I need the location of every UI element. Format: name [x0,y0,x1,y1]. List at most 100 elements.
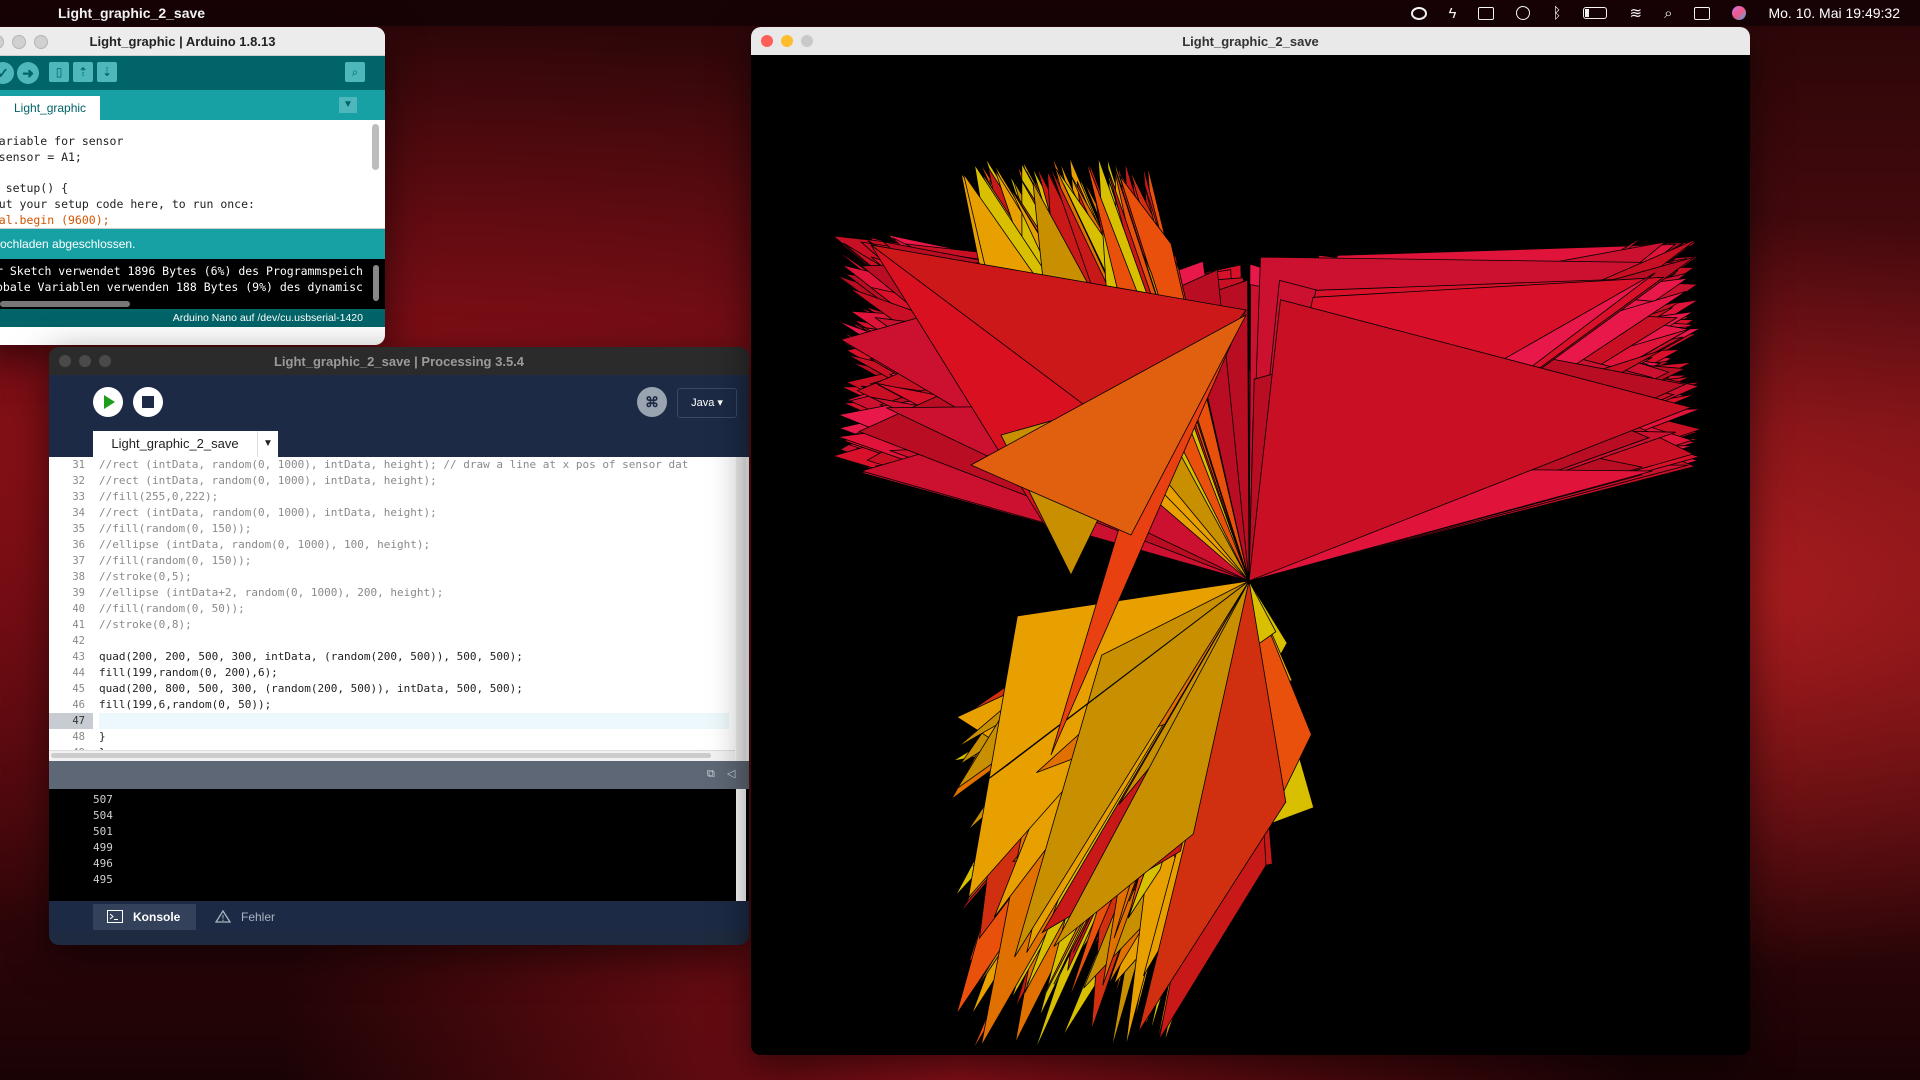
arduino-window-title: Light_graphic | Arduino 1.8.13 [89,33,276,49]
upload-button[interactable]: ➜ [17,62,39,84]
console-line: 499 [93,841,113,854]
menu-bar-clock[interactable]: Mo. 10. Mai 19:49:32 [1768,5,1900,21]
control-center-icon[interactable] [1694,6,1711,20]
code-line: //ellipse (intData, random(0, 1000), 100… [99,538,431,551]
code-line: //stroke(0,5); [99,570,192,583]
console-header: ⧉ ◁ [49,761,749,789]
console-vscrollbar[interactable] [736,789,746,901]
open-sketch-button[interactable]: ⇡ [73,62,93,82]
minimize-window-button[interactable] [79,355,91,367]
console-line: 495 [93,873,113,886]
tab-light-graphic[interactable]: Light_graphic [0,96,101,120]
copy-icon[interactable]: ⧉ [707,768,719,780]
code-line: quad(200, 800, 500, 300, (random(200, 50… [99,682,523,695]
console-vscrollbar[interactable] [373,265,379,301]
warning-icon [215,910,231,923]
processing-tab-bar: Light_graphic_2_save ▼ [49,429,749,457]
arduino-tab-bar: Light_graphic ▼ [0,90,385,120]
editor-vscrollbar[interactable] [736,457,746,761]
editor-scrollbar[interactable] [372,124,379,170]
stop-button[interactable] [133,387,163,417]
zoom-window-button[interactable] [801,35,813,47]
arduino-code-editor[interactable]: / variable for sensor nt sensor = A1; oi… [0,120,385,229]
processing-ide-window: Light_graphic_2_save | Processing 3.5.4 … [49,347,749,945]
close-window-button[interactable] [59,355,71,367]
tab-menu-chevron-icon[interactable]: ▼ [339,97,357,113]
code-line: //stroke(0,8); [99,618,192,631]
active-app-name[interactable]: Light_graphic_2_save [58,5,205,21]
code-line: //rect (intData, random(0, 1000), intDat… [99,458,689,471]
processing-titlebar[interactable]: Light_graphic_2_save | Processing 3.5.4 [49,347,749,375]
arduino-code-text: / variable for sensor nt sensor = A1; oi… [0,134,255,227]
code-lines: //rect (intData, random(0, 1000), intDat… [99,457,729,761]
tab-light-graphic-2-save[interactable]: Light_graphic_2_save [93,431,257,457]
console-output: r Sketch verwendet 1896 Bytes (6%) des P… [0,264,363,294]
console-hscrollbar[interactable] [0,301,130,307]
upload-status: ochladen abgeschlossen. [0,229,385,259]
close-window-button[interactable] [0,35,4,49]
processing-window-title: Light_graphic_2_save | Processing 3.5.4 [273,353,525,369]
console-line: 507 [93,793,113,806]
minimize-window-button[interactable] [12,35,26,49]
bluetooth-icon[interactable]: ᛒ [1552,5,1561,22]
window-controls [59,355,111,367]
arduino-titlebar[interactable]: Light_graphic | Arduino 1.8.13 [0,27,385,56]
sketch-titlebar[interactable]: Light_graphic_2_save [751,27,1750,56]
creative-cloud-icon[interactable] [1410,6,1427,20]
code-line: //rect (intData, random(0, 1000), intDat… [99,506,437,519]
console-line: 504 [93,809,113,822]
terminal-icon [107,910,123,923]
close-window-button[interactable] [761,35,773,47]
menu-bar: Light_graphic_2_save ϟ ᛒ ≋ ⌕ Mo. 10. Mai… [0,0,1920,26]
code-line: //rect (intData, random(0, 1000), intDat… [99,474,437,487]
code-line: //fill(random(0, 150)); [99,554,252,567]
window-controls [761,35,813,47]
code-line: quad(200, 200, 500, 300, intData, (rando… [99,650,523,663]
code-line: //fill(random(0, 50)); [99,602,245,615]
code-line: //fill(random(0, 150)); [99,522,252,535]
line-number-gutter: 31 32 33 34 35 36 37 38 39 40 41 42 43 44 45 46 … [49,457,93,761]
code-line: fill(199,6,random(0, 50)); [99,698,272,711]
battery-icon[interactable] [1583,7,1608,19]
sketch-canvas[interactable] [751,55,1750,1055]
editor-hscrollbar[interactable] [49,750,735,761]
tab-konsole[interactable]: Konsole [93,904,197,930]
serial-monitor-icon[interactable]: ⌕ [345,62,365,82]
save-sketch-button[interactable]: ⇣ [97,62,117,82]
search-icon[interactable]: ⌕ [1664,5,1672,22]
code-line-current [99,713,729,729]
sketch-window-title: Light_graphic_2_save [1182,33,1319,49]
verify-button[interactable]: ✓ [0,62,14,84]
vectornator-icon[interactable]: ϟ [1449,5,1457,22]
minimize-window-button[interactable] [781,35,793,47]
tab-fehler[interactable]: Fehler [201,904,291,930]
processing-console: 507 504 501 499 496 495 [49,789,749,901]
processing-toolbar: ⌘ Java ▾ [49,375,749,429]
code-line: fill(199,random(0, 200),6); [99,666,278,679]
board-port-status: Arduino Nano auf /dev/cu.usbserial-1420 [0,309,385,327]
wifi-icon[interactable]: ≋ [1629,4,1642,22]
siri-icon[interactable] [1732,6,1747,20]
console-line: 501 [93,825,113,838]
collapse-console-icon[interactable]: ◁ [727,768,739,780]
arduino-toolbar: ✓ ➜ ▯ ⇡ ⇣ ⌕ [0,56,385,90]
arduino-ide-window: Light_graphic | Arduino 1.8.13 ✓ ➜ ▯ ⇡ ⇣… [0,27,385,345]
tab-menu-arrow-icon[interactable]: ▼ [257,431,278,457]
play-circle-icon[interactable] [1516,6,1531,20]
processing-code-editor[interactable]: 31 32 33 34 35 36 37 38 39 40 41 42 43 44 45 46 … [49,457,749,761]
console-line: 496 [93,857,113,870]
code-line: //ellipse (intData+2, random(0, 1000), 2… [99,586,444,599]
pen-window-icon[interactable] [1478,6,1495,20]
arduino-console: r Sketch verwendet 1896 Bytes (6%) des P… [0,259,385,309]
new-sketch-button[interactable]: ▯ [49,62,69,82]
debugger-icon[interactable]: ⌘ [637,387,667,417]
sketch-output-window: Light_graphic_2_save [751,27,1750,1055]
zoom-window-button[interactable] [34,35,48,49]
mode-selector[interactable]: Java ▾ [677,388,737,418]
code-line: } [99,730,106,743]
window-controls [0,35,48,49]
run-button[interactable] [93,387,123,417]
zoom-window-button[interactable] [99,355,111,367]
menu-bar-status-area: ϟ ᛒ ≋ ⌕ Mo. 10. Mai 19:49:32 [1410,0,1900,26]
